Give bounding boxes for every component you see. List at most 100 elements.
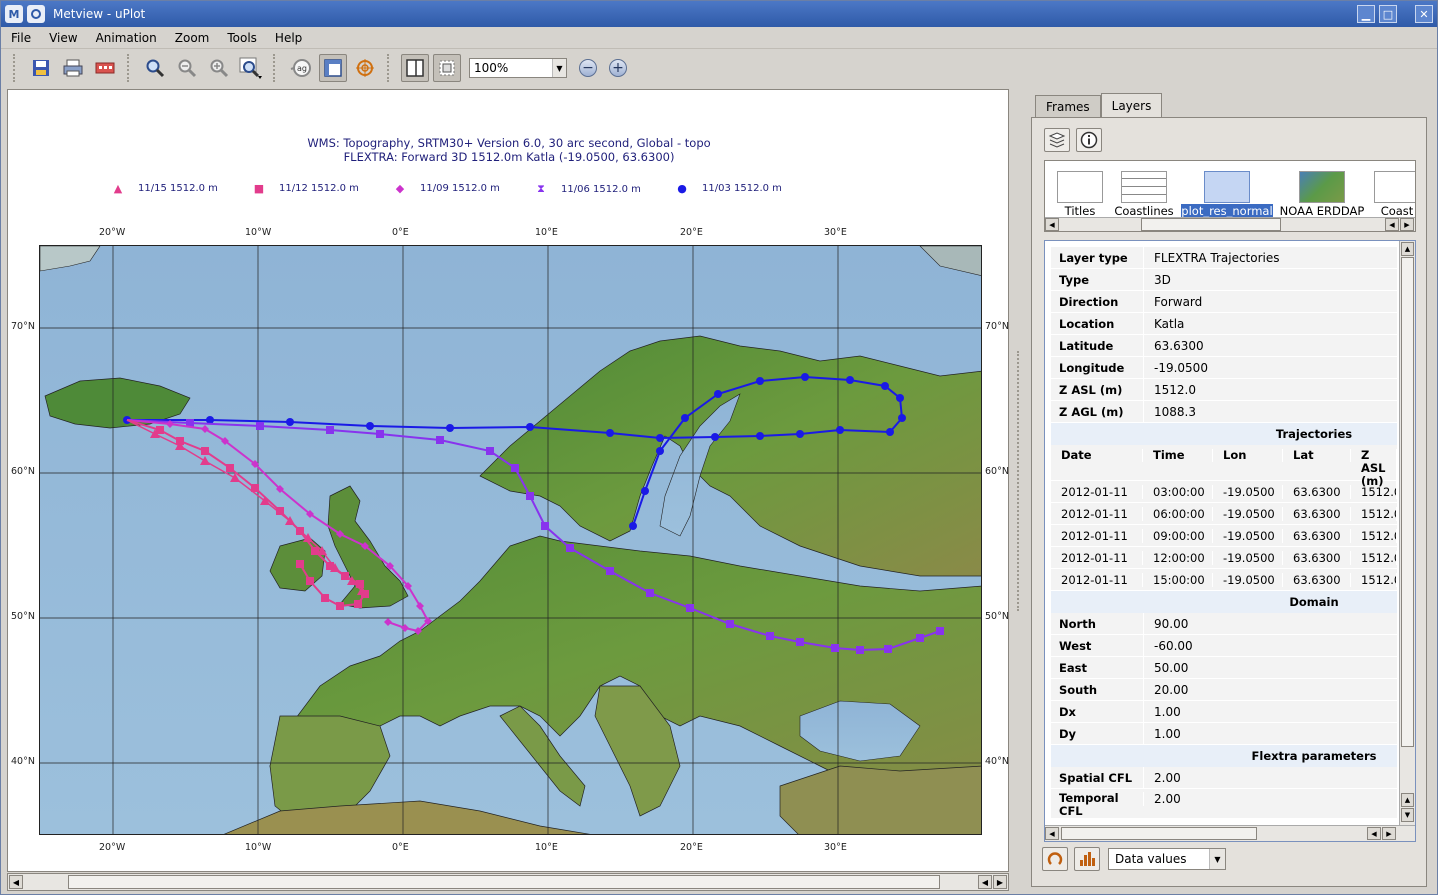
cell: 1512.0: [1351, 550, 1397, 565]
info-value: 3D: [1143, 268, 1171, 291]
panel-splitter[interactable]: [1017, 351, 1021, 611]
layer-info-table: Layer type FLEXTRA Trajectories Type 3D Di…: [1051, 246, 1397, 819]
zoom-level-select[interactable]: 100% ▼: [469, 58, 567, 78]
layer-thumb-coastlines[interactable]: Coastlines: [1109, 171, 1179, 218]
info-row: Latitude 63.6300: [1051, 334, 1397, 357]
info-value: -19.0500: [1143, 356, 1208, 379]
legend-entry: ⧗ 11/06 1512.0 m: [531, 182, 641, 196]
zoom-minus-button[interactable]: −: [579, 59, 597, 77]
topography-thumb-image: [1299, 171, 1345, 203]
toolbar-handle[interactable]: [273, 54, 279, 82]
menu-help[interactable]: Help: [273, 31, 304, 45]
refresh-icon[interactable]: [1042, 847, 1068, 871]
plot-horizontal-scrollbar[interactable]: ◀ ◀ ▶: [7, 873, 1009, 891]
data-values-select[interactable]: Data values ▼: [1108, 848, 1226, 870]
histogram-icon[interactable]: [1074, 847, 1100, 871]
layer-thumb-titles[interactable]: Titles: [1045, 171, 1115, 218]
toolbar-handle[interactable]: [13, 54, 19, 82]
scrollbar-thumb[interactable]: [1061, 827, 1257, 840]
window-menu-icon[interactable]: [27, 5, 45, 23]
layer-thumb-label: Coast: [1380, 204, 1414, 218]
toolbar-handle[interactable]: [387, 54, 393, 82]
zoom-stack-icon[interactable]: [237, 54, 265, 82]
cell: 1512.0: [1351, 572, 1397, 587]
print-icon[interactable]: [59, 54, 87, 82]
cell: 2012-01-11: [1051, 528, 1143, 543]
maximize-button[interactable]: □: [1379, 5, 1397, 23]
lon-label: 30°E: [824, 227, 847, 238]
cell: 63.6300: [1283, 528, 1351, 543]
cell: 1512.0: [1351, 506, 1397, 521]
cell: 2012-01-11: [1051, 484, 1143, 499]
cell: 2012-01-11: [1051, 506, 1143, 521]
legend-label: 11/06 1512.0 m: [561, 183, 641, 195]
lat-label: 40°N: [985, 756, 1009, 767]
info-icon[interactable]: [1076, 128, 1102, 152]
zoom-in-icon[interactable]: [205, 54, 233, 82]
sidebar-toggle-icon[interactable]: [401, 54, 429, 82]
layers-stack-icon[interactable]: [1044, 128, 1070, 152]
menu-zoom[interactable]: Zoom: [173, 31, 212, 45]
layout-grid-icon[interactable]: [319, 54, 347, 82]
save-icon[interactable]: [27, 54, 55, 82]
chevron-down-icon[interactable]: ▼: [1209, 849, 1225, 869]
info-row: Longitude -19.0500: [1051, 356, 1397, 379]
info-key: Dx: [1059, 704, 1076, 719]
magnifier-tool-icon[interactable]: ag: [287, 54, 315, 82]
zoom-icon[interactable]: [141, 54, 169, 82]
toolbar-handle[interactable]: [127, 54, 133, 82]
menu-view[interactable]: View: [47, 31, 79, 45]
circle-marker-icon: ●: [677, 182, 687, 195]
info-row: Location Katla: [1051, 312, 1397, 335]
info-row: West -60.00: [1051, 634, 1397, 657]
trajectory-thumb-image: [1204, 171, 1250, 203]
scrollbar-thumb[interactable]: [1401, 257, 1414, 747]
minimize-button[interactable]: ▁: [1357, 5, 1375, 23]
scrollbar-thumb[interactable]: [68, 875, 940, 889]
scroll-right-icon[interactable]: ▶: [1400, 218, 1414, 231]
scroll-left-icon[interactable]: ◀: [1367, 827, 1381, 840]
legend-entry: ▲ 11/15 1512.0 m: [108, 182, 218, 195]
info-key: Z ASL (m): [1059, 382, 1123, 397]
layer-thumb-noaa-erddap[interactable]: NOAA ERDDAP: [1279, 171, 1365, 218]
layer-thumb-coast[interactable]: Coast: [1367, 171, 1415, 218]
scroll-up-icon[interactable]: ▲: [1401, 242, 1414, 256]
scroll-left-icon[interactable]: ◀: [1045, 827, 1059, 840]
zoom-out-icon[interactable]: [173, 54, 201, 82]
col-header: Date: [1051, 449, 1143, 462]
table-row: 2012-01-1106:00:00-19.050063.63001512.0: [1051, 503, 1397, 525]
info-value: 63.6300: [1143, 334, 1204, 357]
info-key: South: [1059, 682, 1098, 697]
menu-file[interactable]: File: [9, 31, 33, 45]
scroll-left-icon[interactable]: ◀: [978, 875, 992, 889]
map-view[interactable]: [39, 245, 982, 835]
cursor-data-icon[interactable]: [351, 54, 379, 82]
tab-frames[interactable]: Frames: [1035, 95, 1101, 117]
scroll-right-icon[interactable]: ▶: [993, 875, 1007, 889]
plot-canvas[interactable]: WMS: Topography, SRTM30+ Version 6.0, 30…: [7, 89, 1009, 872]
chevron-down-icon[interactable]: ▼: [552, 59, 566, 77]
tab-layers[interactable]: Layers: [1100, 93, 1163, 118]
scrollbar-thumb[interactable]: [1141, 218, 1281, 231]
scroll-left-icon[interactable]: ◀: [1385, 218, 1399, 231]
scroll-down-icon[interactable]: ▼: [1401, 808, 1414, 822]
menu-animation[interactable]: Animation: [94, 31, 159, 45]
thumbnail-scrollbar[interactable]: ◀ ◀ ▶: [1045, 217, 1415, 231]
menu-tools[interactable]: Tools: [225, 31, 259, 45]
triangle-marker-icon: ▲: [113, 182, 123, 195]
info-horizontal-scrollbar[interactable]: ◀ ◀ ▶: [1045, 825, 1415, 841]
fit-window-icon[interactable]: [433, 54, 461, 82]
scroll-right-icon[interactable]: ▶: [1382, 827, 1396, 840]
scroll-left-icon[interactable]: ◀: [9, 875, 23, 889]
trajectories-header: Trajectories: [1051, 423, 1397, 445]
scroll-up-icon[interactable]: ▲: [1401, 793, 1414, 807]
close-button[interactable]: ✕: [1415, 5, 1433, 23]
scroll-left-icon[interactable]: ◀: [1045, 218, 1059, 231]
info-row: Direction Forward: [1051, 290, 1397, 313]
titles-thumb-image: [1057, 171, 1103, 203]
zoom-plus-button[interactable]: +: [609, 59, 627, 77]
export-icon[interactable]: [91, 54, 119, 82]
info-vertical-scrollbar[interactable]: ▲ ▲ ▼: [1399, 241, 1415, 825]
data-values-selected: Data values: [1115, 852, 1187, 866]
layer-thumb-plot-res-normal[interactable]: plot_res_normal: [1181, 171, 1273, 218]
